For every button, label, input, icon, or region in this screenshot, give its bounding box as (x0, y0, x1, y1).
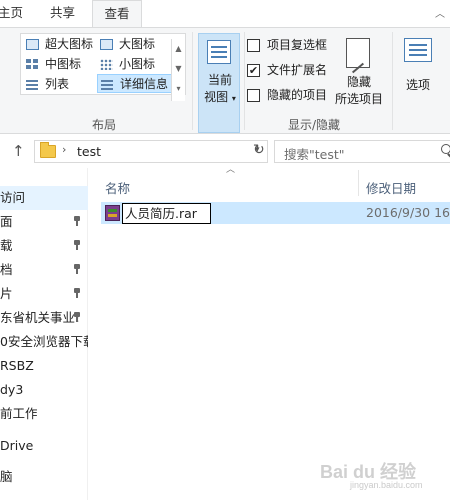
more-icon[interactable]: ▾ (172, 79, 185, 99)
layout-small-icons[interactable]: 小图标 (97, 55, 155, 74)
ribbon-collapse-icon[interactable]: ︿ (435, 5, 449, 20)
pin-icon (73, 240, 81, 250)
ribbon-tab-bar: 主页 共享 查看 ︿ (0, 0, 450, 28)
up-arrow-icon[interactable]: ↑ (12, 142, 28, 160)
address-bar[interactable]: › test ▾ (34, 140, 268, 163)
folder-icon (40, 142, 56, 158)
layout-medium-icons[interactable]: 中图标 (23, 55, 81, 74)
tab-home[interactable]: 主页 (0, 0, 28, 27)
nav-item-this-pc[interactable]: 脑 (0, 465, 88, 489)
winrar-archive-icon (105, 205, 120, 221)
scroll-up-icon[interactable]: ▲ (172, 39, 185, 59)
breadcrumb-chevron-icon[interactable]: › (62, 143, 66, 156)
hide-selected-button[interactable]: 隐藏 所选项目 (333, 36, 385, 112)
layout-gallery-scroll[interactable]: ▲ ▼ ▾ (171, 39, 185, 101)
ribbon-separator (392, 32, 393, 130)
item-checkboxes-toggle[interactable]: 项目复选框 (247, 35, 327, 55)
list-icon (26, 79, 39, 90)
file-list: ︿ 名称 修改日期 人员简历.rar 2016/9/30 16:2 (89, 165, 450, 500)
layout-large-icons[interactable]: 大图标 (97, 35, 155, 54)
checkbox[interactable] (247, 39, 260, 52)
layout-details[interactable]: 详细信息 (97, 74, 175, 93)
hide-selected-icon (346, 38, 370, 68)
pin-icon (73, 312, 81, 322)
current-view-button[interactable]: 当前 视图 ▾ (198, 33, 240, 133)
column-header-date[interactable]: 修改日期 (366, 178, 416, 197)
search-icon[interactable] (441, 144, 450, 154)
nav-item[interactable]: 东省机关事业! (0, 306, 88, 330)
tab-share[interactable]: 共享 (50, 0, 80, 27)
checkbox[interactable] (247, 89, 260, 102)
small-icons-icon (100, 59, 113, 70)
dropdown-arrow-icon: ▾ (231, 94, 236, 103)
pin-icon (73, 216, 81, 226)
show-hide-group-label: 显示/隐藏 (288, 118, 341, 132)
address-bar-row: ↑ › test ▾ ↻ 搜索"test" (0, 134, 450, 168)
nav-item[interactable]: 前工作 (0, 402, 88, 426)
checkbox-checked[interactable]: ✔ (247, 64, 260, 77)
nav-item[interactable]: 档 (0, 258, 88, 282)
options-button[interactable]: 选项 (398, 36, 438, 112)
watermark-url: jingyan.baidu.com (350, 480, 423, 490)
column-divider[interactable] (358, 170, 359, 196)
scroll-down-icon[interactable]: ▼ (172, 59, 185, 79)
file-modified-date: 2016/9/30 16:2 (366, 205, 450, 220)
tab-view[interactable]: 查看 (92, 0, 142, 28)
large-icons-icon (100, 39, 113, 50)
nav-item-quick-access[interactable]: 访问 (0, 186, 88, 210)
ribbon-separator (192, 32, 193, 130)
nav-item[interactable]: RSBZ (0, 354, 88, 378)
search-box[interactable]: 搜索"test" (274, 140, 450, 163)
rename-input[interactable]: 人员简历.rar (122, 203, 211, 224)
table-row[interactable]: 人员简历.rar 2016/9/30 16:2 (101, 202, 450, 224)
nav-item[interactable]: 片 (0, 282, 88, 306)
search-input[interactable]: 搜索"test" (284, 144, 345, 163)
nav-item[interactable]: 载 (0, 234, 88, 258)
current-view-icon (207, 40, 231, 64)
nav-item[interactable]: 0安全浏览器下载 (0, 330, 88, 354)
nav-item[interactable]: dy3 (0, 378, 88, 402)
ribbon: 超大图标 大图标 中图标 小图标 列表 详细信息 ▲ ▼ ▾ 布局 当前 视图 … (0, 27, 450, 134)
sort-ascending-icon: ︿ (226, 165, 236, 175)
refresh-icon[interactable]: ↻ (253, 142, 265, 158)
pin-icon (73, 264, 81, 274)
hidden-items-toggle[interactable]: 隐藏的项目 (247, 85, 327, 105)
file-extensions-toggle[interactable]: ✔ 文件扩展名 (247, 60, 327, 80)
layout-extra-large-icons[interactable]: 超大图标 (23, 35, 93, 54)
options-icon (404, 38, 432, 62)
medium-icons-icon (26, 59, 39, 70)
nav-item[interactable]: 面 (0, 210, 88, 234)
extra-large-icons-icon (26, 39, 39, 50)
navigation-pane: 访问 面 载 档 片 东省机关事业! 0安全浏览器下载 RSBZ dy3 前工作… (0, 168, 88, 500)
pin-icon (73, 288, 81, 298)
details-icon (101, 79, 114, 90)
nav-item-onedrive[interactable]: Drive (0, 434, 88, 458)
layout-list[interactable]: 列表 (23, 75, 69, 94)
layout-gallery: 超大图标 大图标 中图标 小图标 列表 详细信息 ▲ ▼ ▾ (20, 33, 186, 101)
breadcrumb-test[interactable]: test (77, 144, 101, 159)
ribbon-separator (244, 32, 245, 130)
column-header-name[interactable]: 名称 (105, 178, 130, 197)
layout-group-label: 布局 (92, 118, 117, 132)
